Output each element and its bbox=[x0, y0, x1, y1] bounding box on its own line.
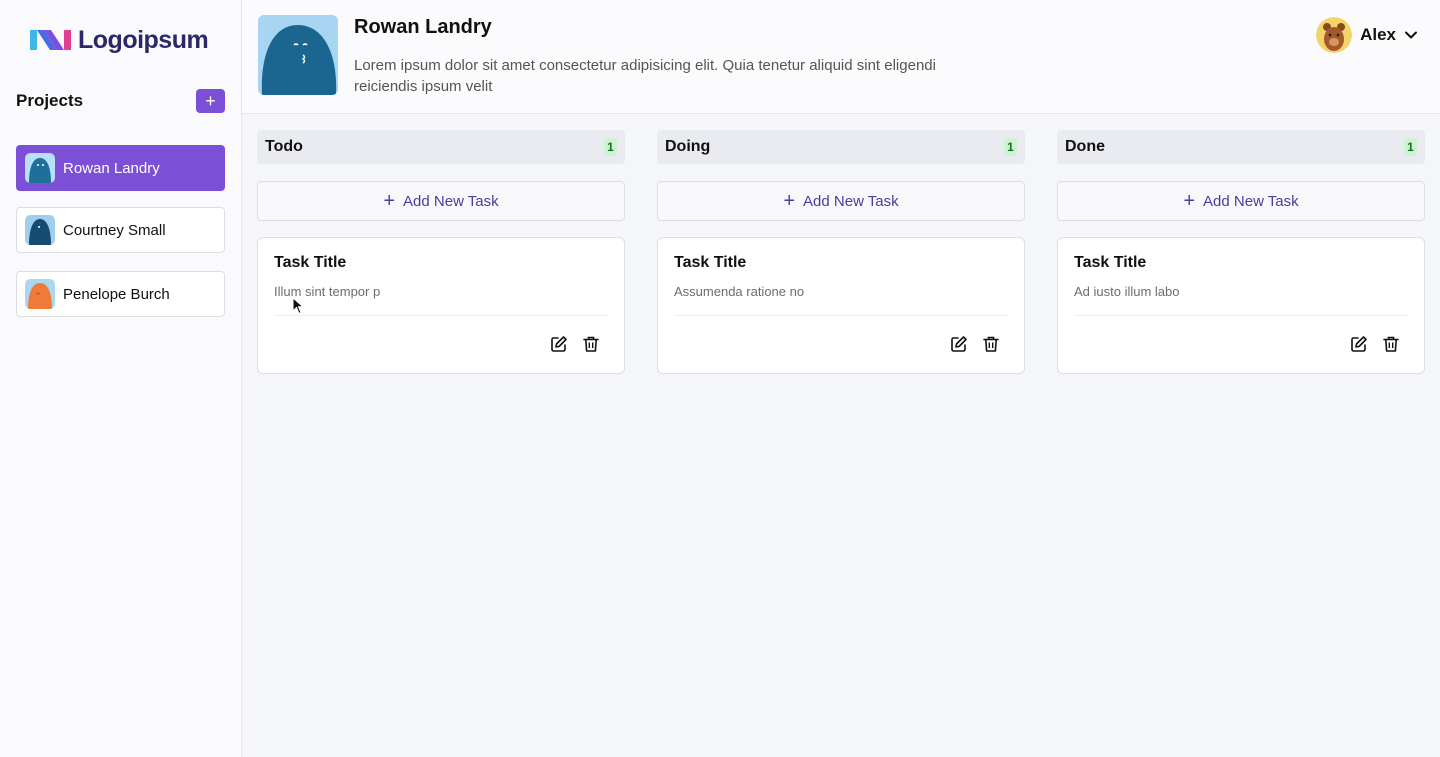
task-card[interactable]: Task Title Assumenda ratione no bbox=[657, 237, 1025, 374]
task-description: Ad iusto illum labo bbox=[1074, 284, 1180, 299]
project-avatar bbox=[25, 153, 55, 183]
add-task-label: Add New Task bbox=[403, 192, 499, 210]
trash-icon[interactable] bbox=[582, 335, 600, 353]
add-task-button[interactable]: + Add New Task bbox=[1057, 181, 1425, 221]
add-task-button[interactable]: + Add New Task bbox=[657, 181, 1025, 221]
project-header: Rowan Landry Lorem ipsum dolor sit amet … bbox=[242, 0, 1440, 114]
user-menu[interactable]: Alex bbox=[1316, 17, 1418, 53]
mouse-cursor-icon bbox=[292, 297, 304, 315]
column-header: Todo 1 bbox=[257, 130, 625, 164]
column-todo: Todo 1 + Add New Task Task Title Illum s… bbox=[257, 130, 625, 374]
page-title: Rowan Landry bbox=[354, 16, 492, 38]
edit-icon[interactable] bbox=[550, 335, 568, 353]
brand-logo[interactable]: Logoipsum bbox=[30, 24, 209, 56]
column-header: Doing 1 bbox=[657, 130, 1025, 164]
brand-name: Logoipsum bbox=[78, 25, 209, 54]
task-count-badge: 1 bbox=[604, 138, 617, 156]
add-task-button[interactable]: + Add New Task bbox=[257, 181, 625, 221]
project-header-avatar bbox=[258, 15, 338, 95]
logo-mark-icon bbox=[30, 30, 71, 50]
project-avatar bbox=[25, 279, 55, 309]
sidebar-item-penelope-burch[interactable]: Penelope Burch bbox=[16, 271, 225, 317]
column-title: Done bbox=[1065, 138, 1105, 155]
task-actions bbox=[550, 335, 600, 353]
task-card[interactable]: Task Title Illum sint tempor p bbox=[257, 237, 625, 374]
user-name: Alex bbox=[1360, 25, 1396, 44]
project-avatar bbox=[25, 215, 55, 245]
add-task-label: Add New Task bbox=[803, 192, 899, 210]
task-actions bbox=[950, 335, 1000, 353]
column-header: Done 1 bbox=[1057, 130, 1425, 164]
sidebar-item-label: Penelope Burch bbox=[63, 285, 170, 303]
task-description: Illum sint tempor p bbox=[274, 284, 381, 299]
task-card[interactable]: Task Title Ad iusto illum labo bbox=[1057, 237, 1425, 374]
task-actions bbox=[1350, 335, 1400, 353]
plus-icon: + bbox=[783, 190, 796, 212]
sidebar-item-rowan-landry[interactable]: Rowan Landry bbox=[16, 145, 225, 191]
task-title: Task Title bbox=[1074, 254, 1147, 271]
trash-icon[interactable] bbox=[982, 335, 1000, 353]
avatar bbox=[1316, 17, 1353, 53]
edit-icon[interactable] bbox=[1350, 335, 1368, 353]
task-count-badge: 1 bbox=[1004, 138, 1017, 156]
divider bbox=[1074, 315, 1408, 316]
task-title: Task Title bbox=[274, 254, 347, 271]
plus-icon: + bbox=[1183, 190, 1196, 212]
column-done: Done 1 + Add New Task Task Title Ad iust… bbox=[1057, 130, 1425, 374]
add-project-button[interactable]: + bbox=[196, 89, 225, 113]
trash-icon[interactable] bbox=[1382, 335, 1400, 353]
column-doing: Doing 1 + Add New Task Task Title Assume… bbox=[657, 130, 1025, 374]
task-count-badge: 1 bbox=[1404, 138, 1417, 156]
projects-heading: Projects bbox=[16, 91, 84, 110]
project-description: Lorem ipsum dolor sit amet consectetur a… bbox=[354, 57, 936, 95]
sidebar: Logoipsum Projects + Rowan Landry Courtn… bbox=[0, 0, 242, 757]
chevron-down-icon bbox=[1405, 31, 1417, 39]
sidebar-item-label: Rowan Landry bbox=[63, 159, 160, 177]
column-title: Todo bbox=[265, 138, 303, 155]
column-title: Doing bbox=[665, 138, 711, 155]
sidebar-item-label: Courtney Small bbox=[63, 221, 166, 239]
sidebar-item-courtney-small[interactable]: Courtney Small bbox=[16, 207, 225, 253]
plus-icon: + bbox=[383, 190, 396, 212]
divider bbox=[274, 315, 608, 316]
edit-icon[interactable] bbox=[950, 335, 968, 353]
divider bbox=[674, 315, 1008, 316]
add-task-label: Add New Task bbox=[1203, 192, 1299, 210]
task-title: Task Title bbox=[674, 254, 747, 271]
task-description: Assumenda ratione no bbox=[674, 284, 805, 299]
